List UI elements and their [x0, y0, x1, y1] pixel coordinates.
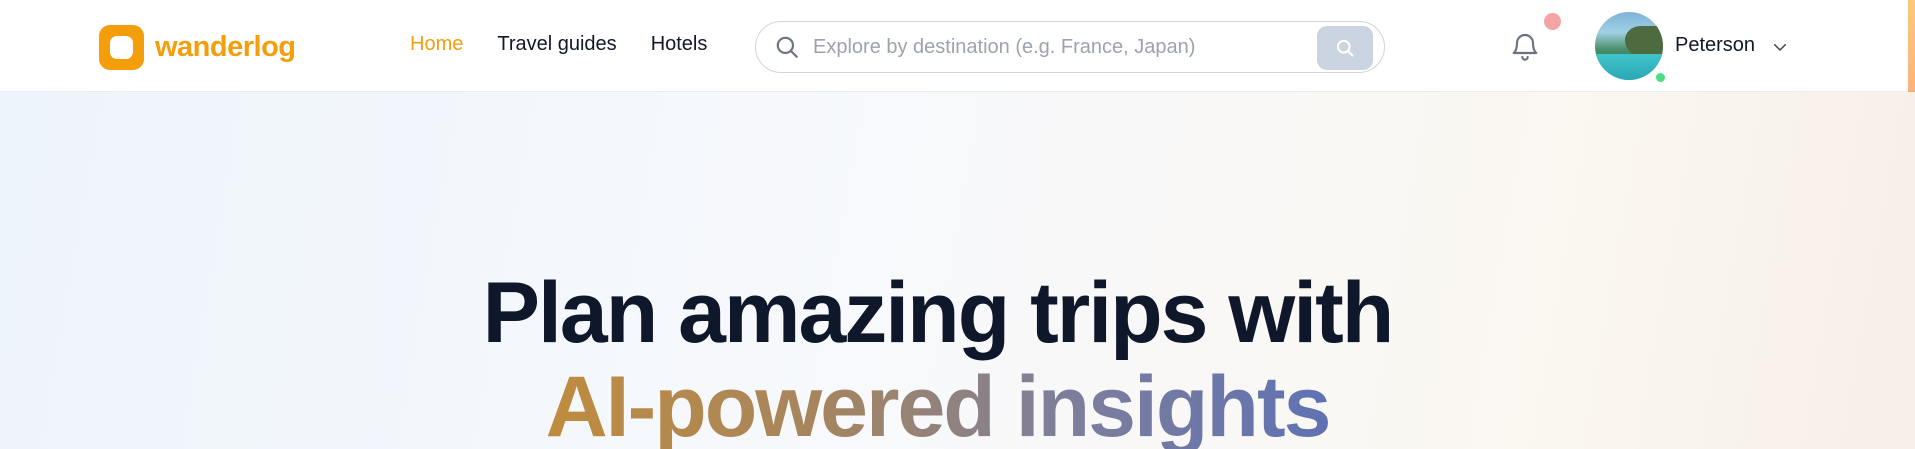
- hero-title-line1: Plan amazing trips with: [482, 265, 1395, 361]
- hero-title-line2: AI-powered insights: [545, 359, 1332, 449]
- search-icon: [773, 33, 801, 61]
- search-button[interactable]: [1317, 26, 1373, 70]
- scrollbar-accent: [1908, 0, 1915, 92]
- page: wanderlog Home Travel guides Hotels Expl…: [0, 0, 1915, 449]
- nav-travel-guides[interactable]: Travel guides: [497, 33, 616, 56]
- search-input[interactable]: [813, 35, 1303, 59]
- nav-hotels[interactable]: Hotels: [651, 33, 708, 56]
- notification-badge: [1544, 13, 1561, 30]
- main-nav: Home Travel guides Hotels: [410, 33, 741, 56]
- hero-section: Plan amazing trips with AI-powered insig…: [0, 92, 1915, 449]
- logo-mark-icon: [99, 24, 144, 70]
- bell-icon[interactable]: [1508, 30, 1542, 64]
- nav-home[interactable]: Home: [410, 33, 463, 56]
- online-status-dot: [1654, 71, 1667, 84]
- user-name[interactable]: Peterson: [1675, 34, 1755, 57]
- brand-logo[interactable]: wanderlog: [99, 24, 296, 70]
- search-button-icon: [1336, 39, 1354, 57]
- top-header: wanderlog Home Travel guides Hotels Expl…: [0, 0, 1915, 92]
- brand-name: wanderlog: [155, 30, 296, 63]
- search-bar: [755, 21, 1385, 73]
- hero-title: Plan amazing trips with AI-powered insig…: [0, 270, 1915, 449]
- chevron-down-icon[interactable]: [1769, 36, 1791, 58]
- avatar[interactable]: [1595, 12, 1663, 80]
